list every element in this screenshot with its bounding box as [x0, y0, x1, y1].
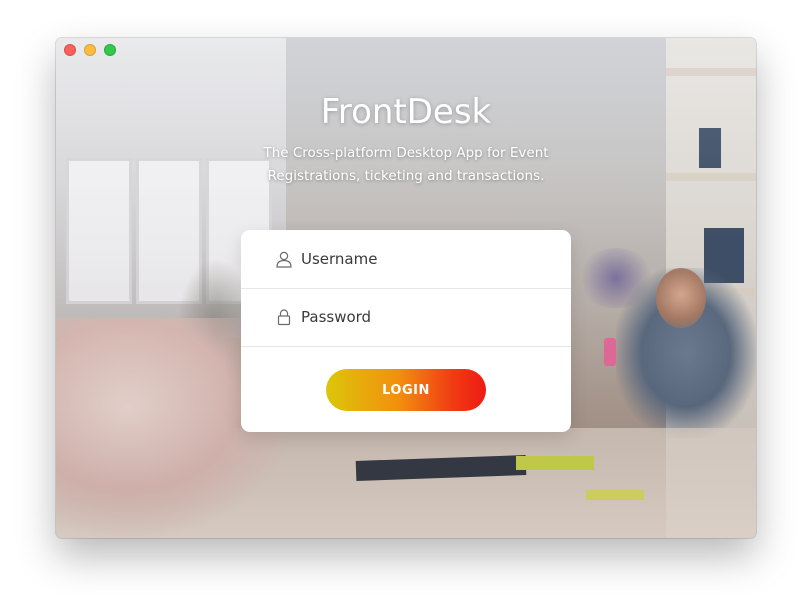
login-button[interactable]: LOGIN	[326, 369, 486, 411]
window-controls	[64, 44, 116, 56]
app-subtitle: The Cross-platform Desktop App for Event…	[263, 145, 549, 184]
close-window-button[interactable]	[64, 44, 76, 56]
lock-icon	[275, 308, 293, 326]
minimize-window-button[interactable]	[84, 44, 96, 56]
password-field	[241, 288, 571, 347]
zoom-window-button[interactable]	[104, 44, 116, 56]
user-icon	[275, 250, 293, 268]
login-card: LOGIN	[241, 230, 571, 432]
app-title: FrontDesk	[320, 92, 492, 132]
username-input[interactable]	[301, 250, 531, 268]
username-field	[241, 230, 571, 289]
password-input[interactable]	[301, 308, 531, 326]
app-window: FrontDesk The Cross-platform Desktop App…	[56, 38, 756, 538]
